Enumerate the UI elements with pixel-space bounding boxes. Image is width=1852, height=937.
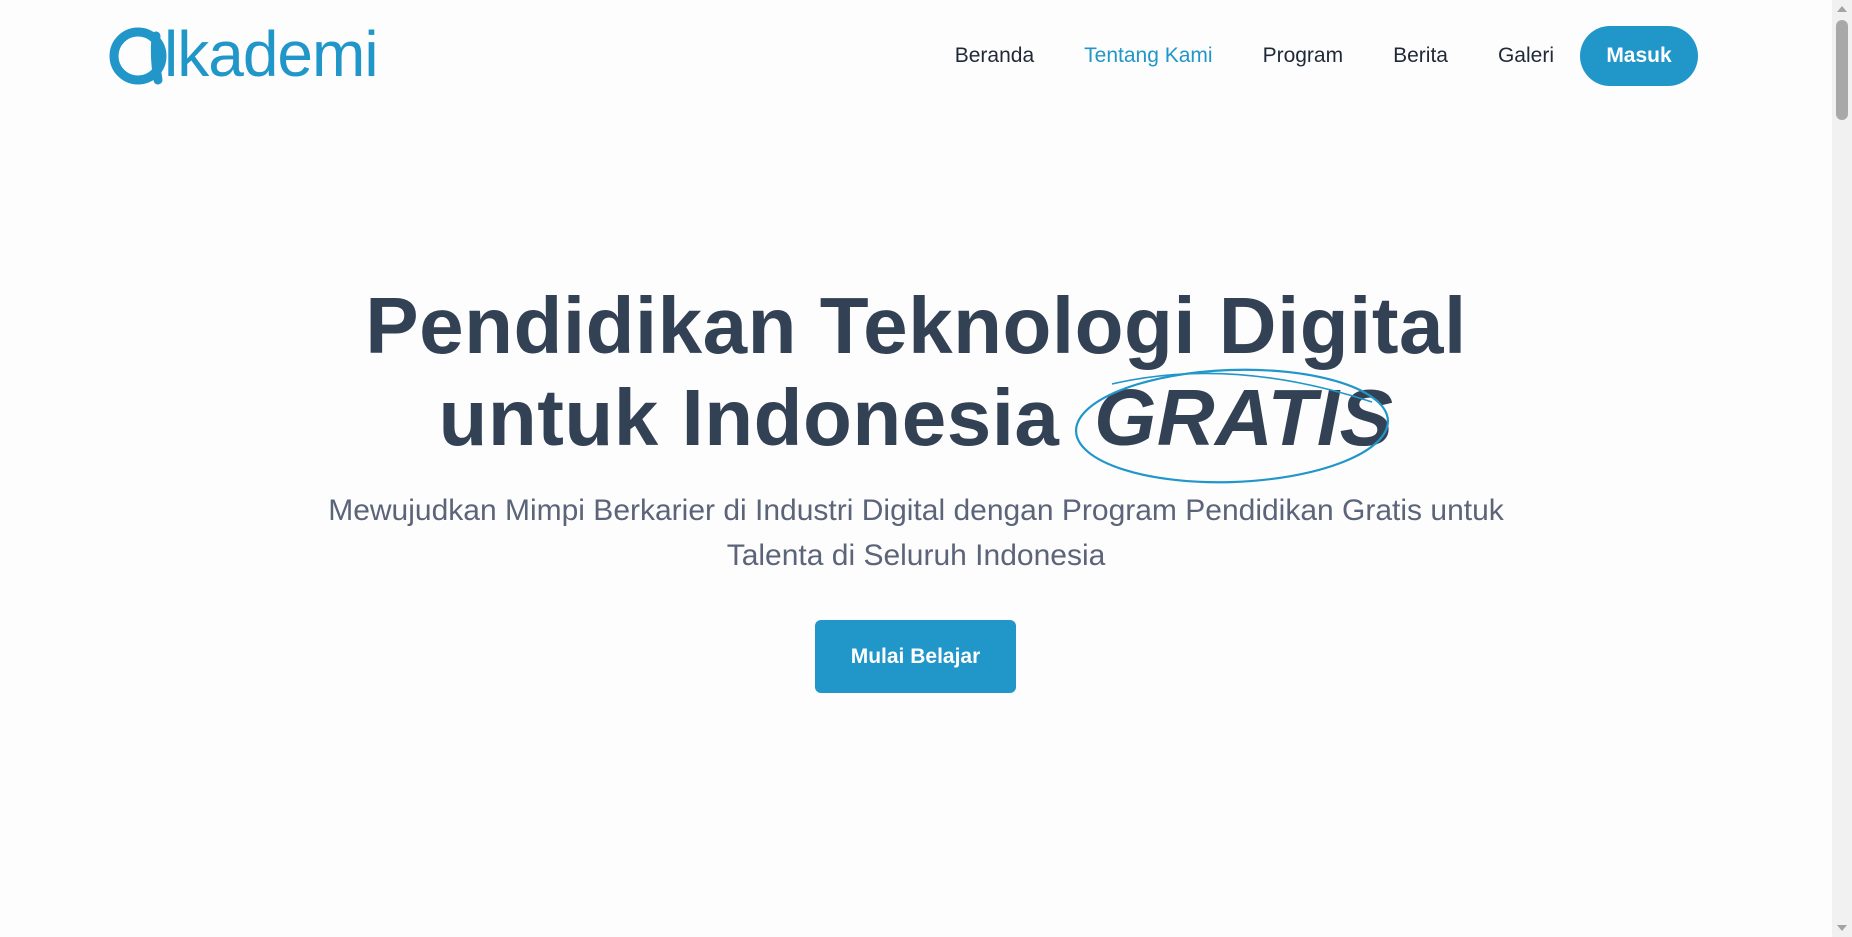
page-scrollbar[interactable]: [1832, 0, 1852, 937]
scroll-down-arrow-icon[interactable]: [1837, 925, 1847, 931]
brand-logo-text: lkademi: [164, 18, 379, 90]
page: lkademi Beranda Tentang Kami Program Ber…: [0, 0, 1852, 937]
hero-title-line1: Pendidikan Teknologi Digital: [365, 281, 1467, 370]
nav-item-berita[interactable]: Berita: [1393, 44, 1448, 68]
scroll-thumb[interactable]: [1836, 20, 1848, 120]
main-nav: Beranda Tentang Kami Program Berita Gale…: [955, 25, 1698, 87]
nav-item-galeri[interactable]: Galeri: [1498, 44, 1554, 68]
brand-logo[interactable]: lkademi: [108, 18, 379, 90]
start-learning-button[interactable]: Mulai Belajar: [815, 620, 1016, 693]
hero-title-highlight: GRATIS: [1075, 368, 1394, 484]
hero-title-prefix: untuk Indonesia: [438, 373, 1060, 462]
hero-title-line2: untuk Indonesia GRATIS: [0, 368, 1832, 484]
hero-title-gratis: GRATIS: [1094, 373, 1394, 462]
hero-subtitle: Mewujudkan Mimpi Berkarier di Industri D…: [328, 494, 1504, 572]
scroll-up-arrow-icon[interactable]: [1837, 6, 1847, 12]
alpha-icon: [108, 18, 170, 90]
nav-item-beranda[interactable]: Beranda: [955, 44, 1034, 68]
nav-item-tentang-kami[interactable]: Tentang Kami: [1084, 44, 1212, 68]
nav-item-program[interactable]: Program: [1263, 44, 1344, 68]
login-button[interactable]: Masuk: [1580, 26, 1698, 86]
